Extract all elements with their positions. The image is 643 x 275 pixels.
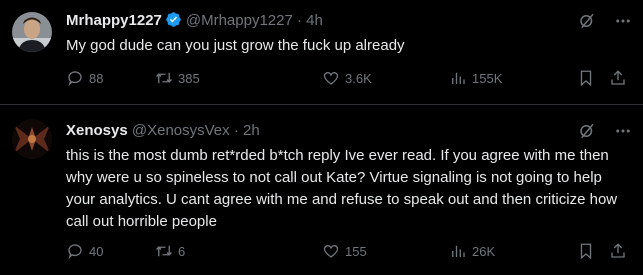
reply-icon: [68, 244, 82, 260]
share-icon: [611, 243, 625, 258]
tweet-actions: 40 6 155 26K: [66, 242, 629, 262]
more-icon[interactable]: [613, 11, 633, 31]
tweet-text: this is the most dumb ret*rded b*tch rep…: [66, 147, 618, 230]
reply-count: 88: [89, 70, 104, 86]
retweet-count: 385: [178, 70, 200, 86]
tweet-header: Xenosys @XenosysVex · 2h: [66, 121, 583, 141]
bookmark-icon: [580, 243, 592, 260]
views-button[interactable]: 26K: [449, 242, 495, 260]
tweet[interactable]: Xenosys @XenosysVex · 2h this is the mos…: [0, 104, 643, 275]
views-count: 155K: [472, 70, 503, 86]
reply-button[interactable]: 88: [66, 69, 103, 87]
tweet[interactable]: Mrhappy1227 @Mrhappy1227 · 4h My god dude…: [0, 0, 643, 104]
display-name[interactable]: Xenosys: [66, 122, 128, 139]
user-handle[interactable]: @XenosysVex: [132, 122, 230, 139]
like-icon: [323, 244, 339, 258]
tweet-top-actions: [577, 121, 633, 141]
like-button[interactable]: 3.6K: [322, 69, 372, 87]
views-icon: [452, 72, 465, 84]
avatar[interactable]: [12, 12, 52, 52]
display-name[interactable]: Mrhappy1227: [66, 12, 162, 29]
reply-count: 40: [89, 243, 104, 259]
like-button[interactable]: 155: [322, 242, 367, 260]
avatar[interactable]: [12, 119, 52, 159]
retweet-button[interactable]: 385: [155, 69, 200, 87]
bookmark-icon: [580, 70, 592, 87]
reply-button[interactable]: 40: [66, 242, 103, 260]
bookmark-button[interactable]: [577, 242, 595, 260]
retweet-icon: [156, 245, 172, 257]
retweet-button[interactable]: 6: [155, 242, 185, 260]
grok-icon[interactable]: [577, 121, 597, 141]
retweet-count: 6: [178, 243, 186, 259]
user-handle[interactable]: @Mrhappy1227: [186, 12, 293, 29]
timestamp[interactable]: · 4h: [297, 12, 323, 29]
timestamp[interactable]: · 2h: [234, 122, 260, 139]
tweet-top-actions: [577, 11, 633, 31]
bookmark-button[interactable]: [577, 69, 595, 87]
tweet-text: My god dude can you just grow the fuck u…: [66, 37, 405, 54]
reply-icon: [68, 71, 82, 87]
like-count: 155: [345, 243, 367, 259]
grok-icon[interactable]: [577, 11, 597, 31]
share-icon: [611, 70, 625, 85]
tweet-header: Mrhappy1227 @Mrhappy1227 · 4h: [66, 11, 583, 31]
verified-badge-icon: [166, 12, 181, 27]
views-icon: [452, 245, 465, 257]
retweet-icon: [156, 72, 172, 84]
tweet-actions: 88 385 3.6K 155K: [66, 69, 629, 89]
views-button[interactable]: 155K: [449, 69, 502, 87]
like-icon: [323, 71, 339, 85]
share-button[interactable]: [609, 242, 627, 260]
share-button[interactable]: [609, 69, 627, 87]
views-count: 26K: [472, 243, 496, 259]
more-icon[interactable]: [613, 121, 633, 141]
like-count: 3.6K: [345, 70, 372, 86]
